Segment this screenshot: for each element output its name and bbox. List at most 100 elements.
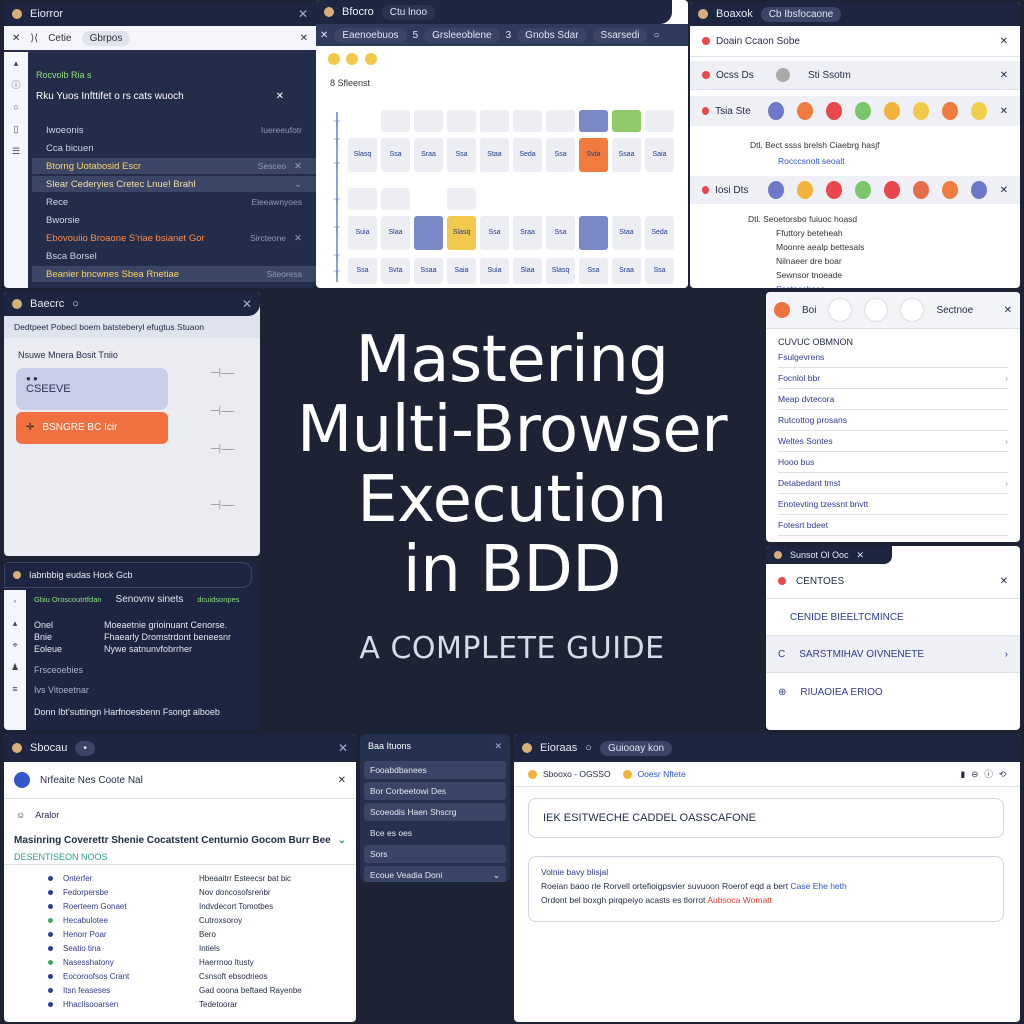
window-tab[interactable]: Boaxok xyxy=(716,8,753,20)
notification-icon[interactable]: ▮ xyxy=(961,769,966,780)
window-tab[interactable]: Sbocau xyxy=(30,742,67,754)
calendar-cell[interactable]: Slasq xyxy=(348,138,377,172)
calendar-cell[interactable]: Ssa xyxy=(546,138,575,172)
test-row[interactable]: Bsca Borsel xyxy=(32,248,316,264)
calendar-cell[interactable]: Ssa xyxy=(480,216,509,250)
calendar-cell[interactable] xyxy=(447,188,476,210)
calendar-cell[interactable] xyxy=(546,110,575,132)
window-tab-2[interactable]: Cb Ibsfocaone xyxy=(760,6,842,22)
list-item[interactable]: Nasesshatony Haerrnoo Itusty xyxy=(48,955,356,969)
close-icon[interactable]: ✕ xyxy=(338,741,348,755)
search-tab[interactable]: Gbrpos xyxy=(81,30,131,46)
close-icon[interactable]: ✕ xyxy=(298,7,308,21)
calendar-cell[interactable]: Ssaa xyxy=(612,138,641,172)
window-tab[interactable]: Eiorror xyxy=(30,8,63,20)
browser-row-3[interactable]: Iosi Dts ✕ xyxy=(690,176,1020,204)
minimize-icon[interactable]: ⊖ xyxy=(971,769,978,780)
primary-button[interactable]: ● ● CSEEVE xyxy=(16,368,168,410)
test-row[interactable]: Cca bicuen xyxy=(32,140,316,156)
calendar-cell[interactable] xyxy=(612,110,641,132)
calendar-cell[interactable] xyxy=(480,110,509,132)
window-tab-2[interactable]: Guiooay kon xyxy=(599,740,673,756)
close-icon[interactable]: ✕ xyxy=(1004,305,1012,316)
person-icon[interactable]: ♟ xyxy=(4,656,26,678)
calendar-cell[interactable] xyxy=(414,110,443,132)
history-icon[interactable]: ⟲ xyxy=(999,769,1006,780)
details-link[interactable]: Rocccsnolt seoalt xyxy=(778,156,1020,166)
test-row[interactable]: Slear Cederyies Cretec Lnue! Brahl ⌄ xyxy=(32,176,316,192)
close-icon[interactable]: ✕ xyxy=(294,233,302,244)
calendar-cell[interactable]: Ssaa xyxy=(414,258,443,284)
list-item[interactable]: Henorr Poar Bero xyxy=(48,927,356,941)
calendar-cell[interactable]: Slaa xyxy=(381,216,410,250)
chevron-right-icon[interactable]: › xyxy=(1005,436,1008,446)
browser-icon[interactable] xyxy=(828,298,853,322)
window-tab[interactable]: Baecrc xyxy=(30,298,64,310)
chevron-down-icon[interactable]: ⌄ xyxy=(338,835,346,846)
run-button[interactable]: ✛ BSNGRE BC Icir xyxy=(16,412,168,444)
close-icon[interactable]: ✕ xyxy=(294,161,302,172)
list-item[interactable]: Hhaclisooarsen Tedetoorar xyxy=(48,997,356,1011)
center-item-3[interactable]: ⊕ Riuaoiea Erioo xyxy=(766,673,1020,711)
calendar-cell[interactable]: Slaa xyxy=(513,258,542,284)
circle-icon[interactable]: ○ xyxy=(4,96,28,118)
calendar-cell[interactable] xyxy=(513,110,542,132)
close-icon[interactable]: ✕ xyxy=(857,550,865,561)
close-icon[interactable]: ✕ xyxy=(300,33,308,44)
calendar-cell[interactable]: Seda xyxy=(513,138,542,172)
close-icon[interactable]: ✕ xyxy=(276,91,284,102)
menu-item[interactable]: Ecoue Veadia Doni ⌄ xyxy=(364,866,506,882)
plus-icon[interactable]: ▴ xyxy=(4,52,28,74)
drag-handle-icon[interactable]: ⊣— xyxy=(210,392,234,430)
settings-item[interactable]: Rutcottog prosans xyxy=(778,410,1008,431)
info-icon[interactable]: ⓘ xyxy=(4,74,28,96)
list-item[interactable]: Eocoroofsos Crant Csnsoft ebsodrieos xyxy=(48,969,356,983)
chevron-down-icon[interactable]: ⌄ xyxy=(493,870,500,881)
calendar-cell[interactable]: Slasq xyxy=(546,258,575,284)
close-icon[interactable]: ✕ xyxy=(494,741,502,752)
collapse-icon[interactable]: ⟩⟨ xyxy=(30,33,38,44)
calendar-cell[interactable]: Staa xyxy=(612,216,641,250)
window-tab[interactable]: Eioraas xyxy=(540,742,577,754)
chevron-right-icon[interactable]: › xyxy=(1005,373,1008,383)
summary-link[interactable]: Case Ehe heth xyxy=(791,881,847,891)
record-icon[interactable] xyxy=(774,302,790,318)
close-icon[interactable]: ✕ xyxy=(1000,106,1008,117)
list-item[interactable]: Hecabulotee Cutroxsoroy xyxy=(48,913,356,927)
list-item[interactable]: Seatio tina Intiels xyxy=(48,941,356,955)
list-item[interactable]: Onterfer Hbeaaitrr Esteecsr bat bic xyxy=(48,871,356,885)
list-icon[interactable]: ≡ xyxy=(4,678,26,700)
settings-item[interactable]: Meap dvtecora xyxy=(778,389,1008,410)
calendar-cell[interactable]: Saia xyxy=(645,138,674,172)
calendar-cell[interactable]: Sraa xyxy=(414,138,443,172)
test-row[interactable]: Rece Eleeawnyoes xyxy=(32,194,316,210)
calendar-cell[interactable] xyxy=(414,216,443,250)
plus-icon[interactable]: ▴ xyxy=(4,612,26,634)
drag-handle-icon[interactable]: ⊣— xyxy=(210,430,234,468)
list-item[interactable]: Roerteem Gonaet Indvdecort Tomotbes xyxy=(48,899,356,913)
test-row[interactable]: Iwoeonis Iuereeufotr xyxy=(32,122,316,138)
browser-icon[interactable] xyxy=(900,298,925,322)
close-icon[interactable]: ✕ xyxy=(1000,576,1008,587)
settings-item[interactable]: Focnlol bbr › xyxy=(778,368,1008,389)
chevron-down-icon[interactable]: ⌄ xyxy=(294,179,302,190)
calendar-cell[interactable]: Ssa xyxy=(447,138,476,172)
settings-item[interactable]: Fotesrt bdeet xyxy=(778,515,1008,536)
calendar-cell[interactable]: Sraa xyxy=(513,216,542,250)
settings-item[interactable]: Weltes Sontes › xyxy=(778,431,1008,452)
menu-item[interactable]: Sors xyxy=(364,845,506,863)
settings-item[interactable]: Hooo bus xyxy=(778,452,1008,473)
calendar-cell[interactable]: Svta xyxy=(381,258,410,284)
bug-icon[interactable]: ⌖ xyxy=(4,634,26,656)
menu-item[interactable]: Fooabdbanees xyxy=(364,761,506,779)
test-row[interactable]: Bworsie xyxy=(32,212,316,228)
menu-item[interactable]: Bor Corbeetowi Des xyxy=(364,782,506,800)
settings-item[interactable]: Enotevting tzessnt bnvtt xyxy=(778,494,1008,515)
settings-item[interactable]: Detabedant tmst › xyxy=(778,473,1008,494)
calendar-cell[interactable] xyxy=(381,110,410,132)
browser-icon[interactable] xyxy=(864,298,889,322)
window-tab[interactable]: Sunsot Ol Ooc xyxy=(790,550,849,560)
browser-row-2[interactable]: Tsia Ste ✕ xyxy=(690,96,1020,126)
circle-icon[interactable]: ○ xyxy=(585,742,592,754)
close-icon[interactable]: ✕ xyxy=(1000,36,1008,47)
